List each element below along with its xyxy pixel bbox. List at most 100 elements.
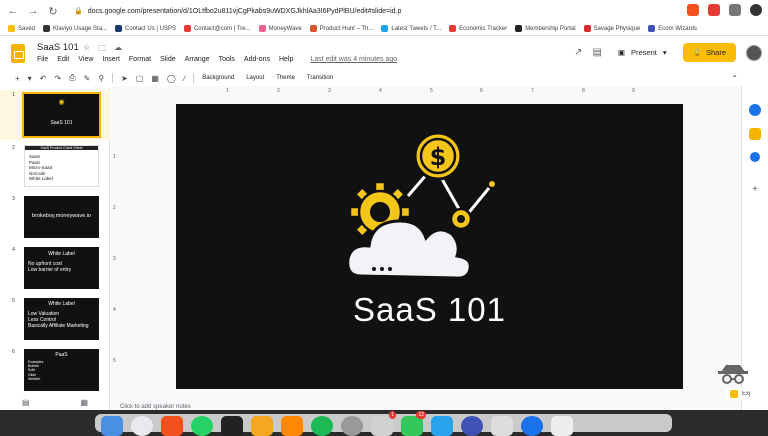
print-icon[interactable]: ⎙ <box>69 73 75 83</box>
menu-file[interactable]: File <box>37 56 48 63</box>
comment-icon[interactable]: ▤ <box>592 47 601 58</box>
thumbnail-slide-6[interactable]: PaaS Examples Bubble Softr Glide WeWeb <box>24 349 99 391</box>
menu-tools[interactable]: Tools <box>219 56 235 63</box>
paint-format-icon[interactable]: ✎ <box>84 74 91 83</box>
filmstrip-view-icon[interactable]: ▤ <box>22 398 30 410</box>
trash-icon[interactable] <box>551 416 573 436</box>
menu-help[interactable]: Help <box>279 56 293 63</box>
url-field[interactable]: 🔒 docs.google.com/presentation/d/1OLtfbo… <box>74 7 401 16</box>
thumbnail-row[interactable]: 3 brokeboy.moneywave.io <box>0 194 110 242</box>
reload-icon[interactable]: ↻ <box>46 4 60 18</box>
finder-icon[interactable] <box>101 416 123 436</box>
chevron-up-icon[interactable]: ⌃ <box>731 74 738 83</box>
bookmark-item[interactable]: Saved <box>8 25 35 32</box>
present-button[interactable]: ▣ Present ▾ <box>612 45 673 60</box>
bookmark-item[interactable]: Ecom Wizards <box>648 25 697 32</box>
thumbnail-row[interactable]: 1 ◉ SaaS 101 <box>0 90 110 140</box>
back-icon[interactable]: ← <box>6 4 20 18</box>
bookmark-item[interactable]: MoneyWave <box>258 25 302 32</box>
settings-icon[interactable] <box>341 416 363 436</box>
calendar-icon[interactable] <box>749 104 761 116</box>
thumbnail-slide-5[interactable]: White Label Low Valuation Less Control B… <box>24 298 99 340</box>
theme-button[interactable]: Theme <box>276 75 295 81</box>
safari-icon[interactable] <box>521 416 543 436</box>
add-icon[interactable]: + <box>749 184 761 196</box>
layout-button[interactable]: Layout <box>246 75 264 81</box>
spotify-icon[interactable] <box>311 416 333 436</box>
bookmark-item[interactable]: Contact Us | USPS <box>115 25 176 32</box>
bookmark-favicon-icon <box>583 25 591 32</box>
brave-icon[interactable] <box>161 416 183 436</box>
keep-icon[interactable] <box>749 128 761 140</box>
slide-title[interactable]: SaaS 101 <box>176 291 683 329</box>
thumbnail-slide-4[interactable]: White Label No upfront cost Low barrier … <box>24 247 99 289</box>
transition-button[interactable]: Transition <box>307 75 333 81</box>
menu-view[interactable]: View <box>78 56 93 63</box>
menu-format[interactable]: Format <box>129 56 151 63</box>
image-icon[interactable]: ▦ <box>151 74 159 83</box>
shape-icon[interactable]: ◯ <box>167 74 176 83</box>
bookmark-item[interactable]: Latest Tweets / T... <box>381 25 441 32</box>
activity-trend-icon[interactable]: ↗ <box>574 47 582 58</box>
bookmark-item[interactable]: Contact@com | Tre... <box>183 25 251 32</box>
document-title[interactable]: SaaS 101 <box>37 42 79 53</box>
thumbnail-row[interactable]: 6 PaaS Examples Bubble Softr Glide WeWeb <box>0 347 110 395</box>
thumbnail-slide-3[interactable]: brokeboy.moneywave.io <box>24 196 99 238</box>
dollar-coin-icon: $ <box>413 131 463 181</box>
explore-button[interactable]: Explore <box>726 388 754 400</box>
bookmark-item[interactable]: Economic Tracker <box>449 25 507 32</box>
profile-icon[interactable] <box>750 4 762 16</box>
move-folder-icon[interactable]: 🗀 <box>98 43 106 57</box>
app-icon[interactable] <box>461 416 483 436</box>
terminal-icon[interactable] <box>221 416 243 436</box>
menu-edit[interactable]: Edit <box>57 56 69 63</box>
thumbnail-row[interactable]: 4 White Label No upfront cost Low barrie… <box>0 245 110 293</box>
notes-icon[interactable]: 1 <box>371 411 396 436</box>
grid-view-icon[interactable]: ▦ <box>80 398 88 410</box>
telegram-icon[interactable] <box>431 416 453 436</box>
slides-logo-icon[interactable] <box>11 44 25 63</box>
forward-icon[interactable]: → <box>26 4 40 18</box>
menu-addons[interactable]: Add-ons <box>244 56 270 63</box>
undo-icon[interactable]: ↶ <box>40 74 47 83</box>
avatar[interactable] <box>746 44 762 61</box>
messages-icon[interactable]: 12 <box>401 411 426 436</box>
text-box-icon[interactable]: ▢ <box>136 74 144 83</box>
last-edit-link[interactable]: Last edit was 4 minutes ago <box>310 56 397 63</box>
whatsapp-icon[interactable] <box>191 416 213 436</box>
redo-icon[interactable]: ↷ <box>54 74 61 83</box>
bookmark-item[interactable]: Savage Physique <box>583 25 640 32</box>
vlc-icon[interactable] <box>281 416 303 436</box>
current-slide[interactable]: $ SaaS 101 <box>176 104 683 389</box>
menu-insert[interactable]: Insert <box>102 56 120 63</box>
menu-slide[interactable]: Slide <box>160 56 176 63</box>
thumbnail-slide-1[interactable]: ◉ SaaS 101 <box>22 92 101 138</box>
tasks-icon[interactable] <box>750 152 760 162</box>
chevron-down-icon[interactable]: ▾ <box>28 74 32 83</box>
line-icon[interactable]: ∕ <box>184 74 185 83</box>
share-button[interactable]: 🔒 Share <box>682 43 736 62</box>
zoom-icon[interactable]: ⚲ <box>98 74 104 83</box>
saas-illustration[interactable]: $ <box>176 104 683 389</box>
extensions-icon[interactable] <box>729 4 741 16</box>
thumbnail-row[interactable]: 5 White Label Low Valuation Less Control… <box>0 296 110 344</box>
thumbnail-slide-2[interactable]: SaaS Product Cheat Sheet SaaS PaaS Micro… <box>24 145 99 187</box>
bookmark-item[interactable]: Klaviyo Usage Sta... <box>43 25 107 32</box>
brave-icon[interactable] <box>687 4 699 16</box>
thumbnail-row[interactable]: 2 SaaS Product Cheat Sheet SaaS PaaS Mic… <box>0 143 110 193</box>
chevron-down-icon[interactable]: ▾ <box>663 48 667 57</box>
background-button[interactable]: Background <box>202 75 234 81</box>
speaker-notes[interactable]: Click to add speaker notes <box>120 404 191 410</box>
star-icon[interactable]: ☆ <box>83 43 90 57</box>
bookmark-item[interactable]: Product Hunt – Th... <box>309 25 373 32</box>
new-slide-icon[interactable]: + <box>15 74 20 83</box>
address-bar-row: ← → ↻ 🔒 docs.google.com/presentation/d/1… <box>0 0 768 22</box>
chrome-icon[interactable] <box>131 416 153 436</box>
adblock-icon[interactable] <box>708 4 720 16</box>
bookmark-item[interactable]: Membership Portal <box>515 25 576 32</box>
select-cursor-icon[interactable]: ➤ <box>121 74 128 83</box>
preview-icon[interactable] <box>491 416 513 436</box>
sublime-icon[interactable] <box>251 416 273 436</box>
cloud-status-icon[interactable]: ☁ <box>114 43 122 57</box>
menu-arrange[interactable]: Arrange <box>185 56 210 63</box>
